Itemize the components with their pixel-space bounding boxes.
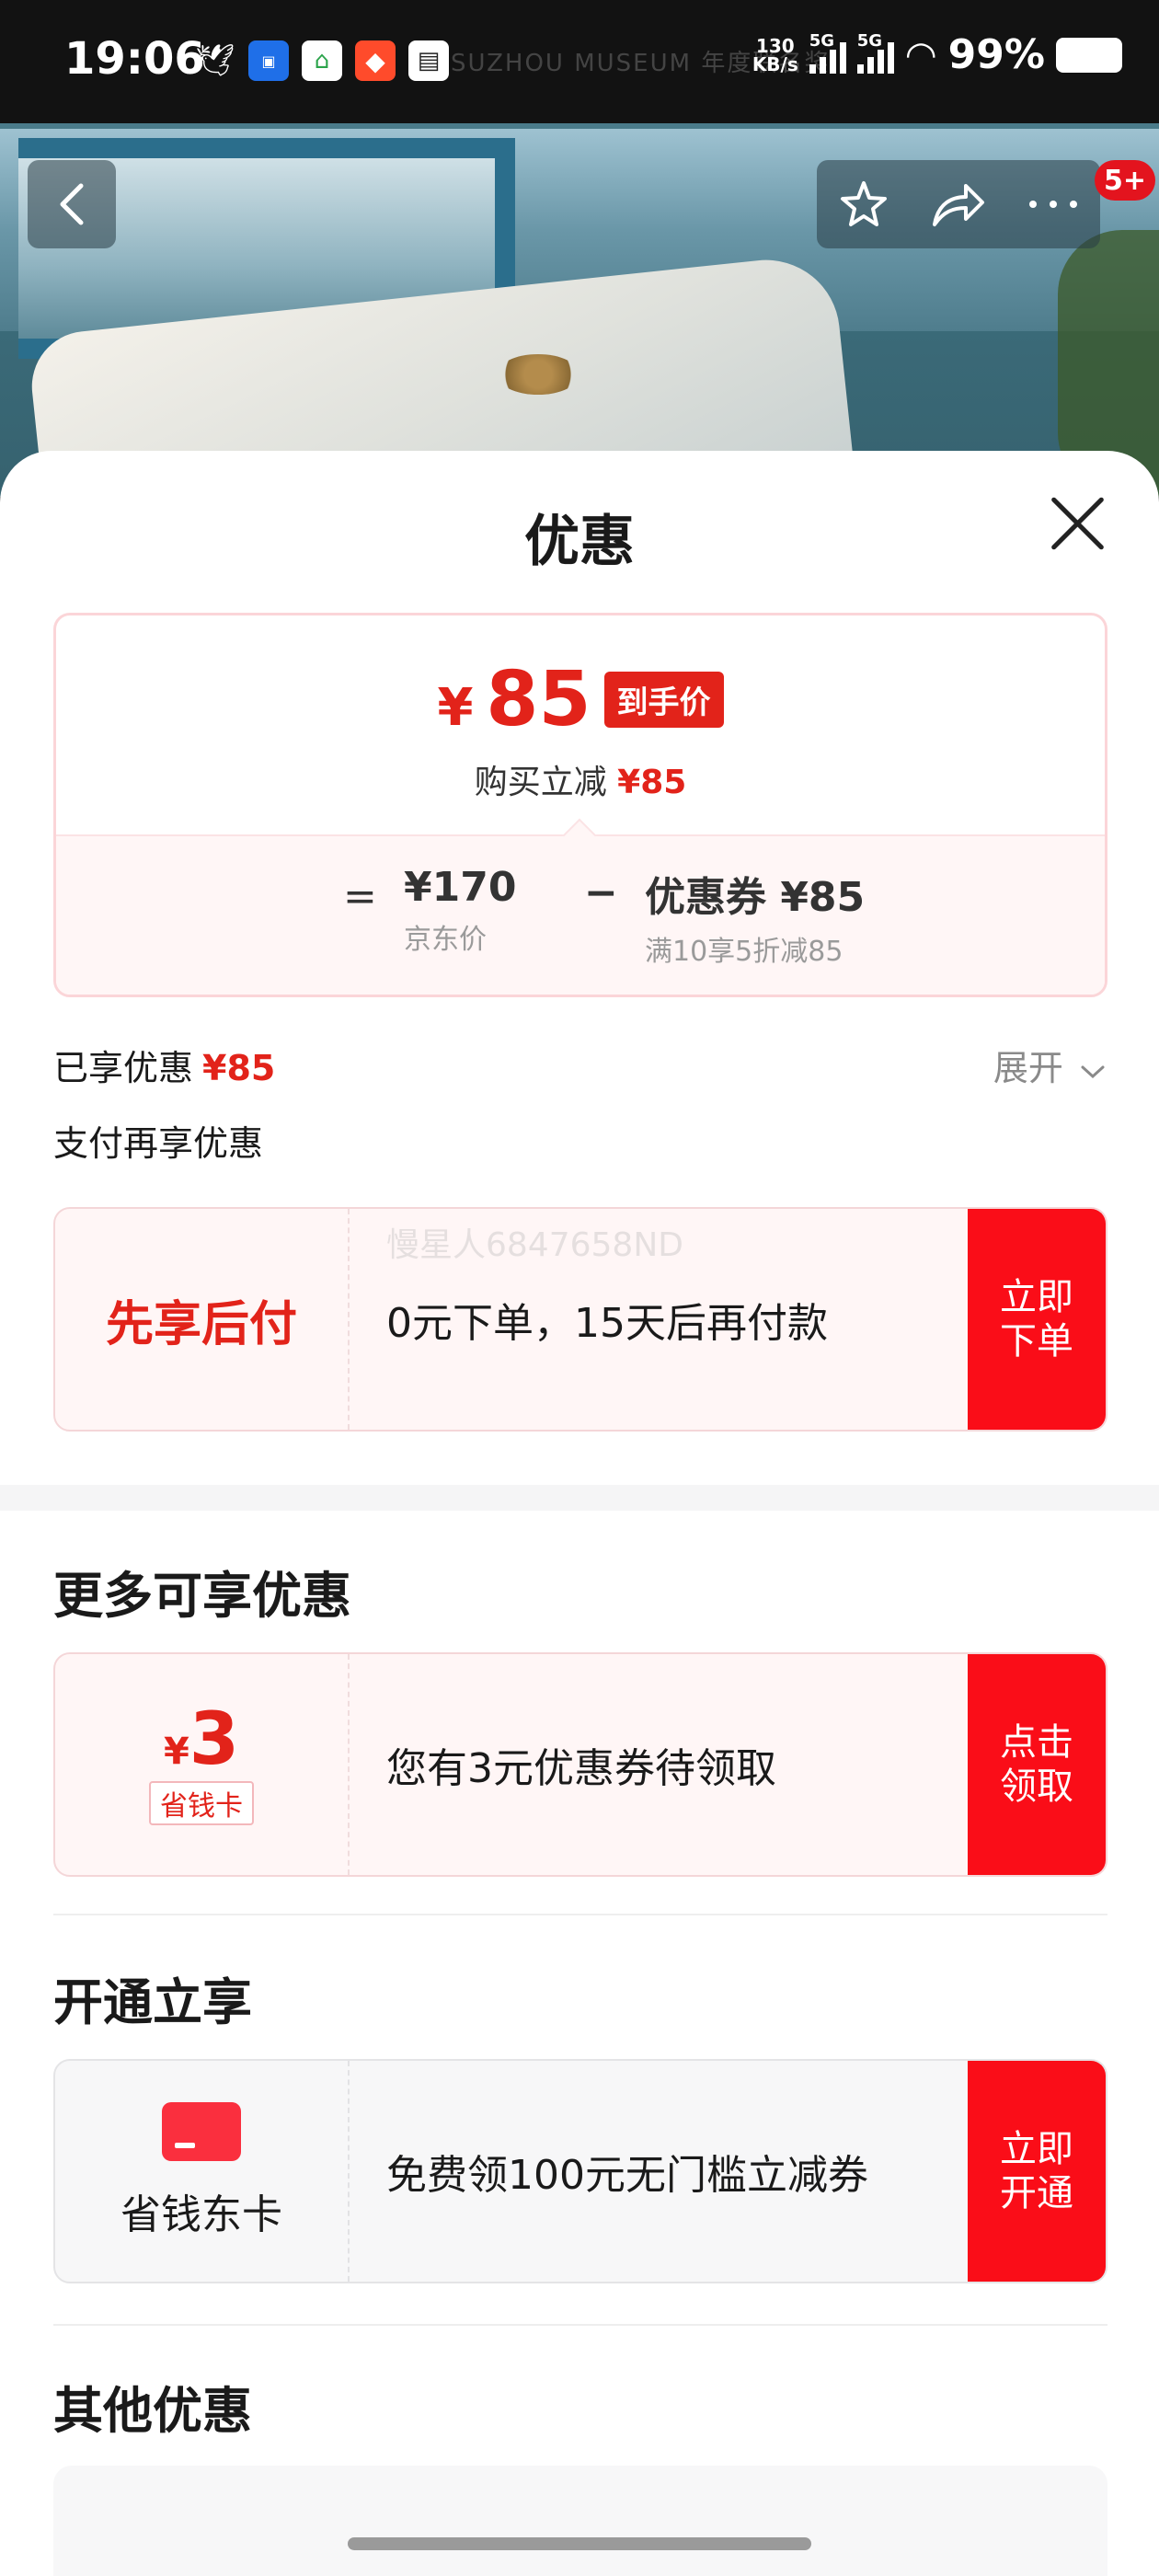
equals-sign: = — [343, 873, 377, 920]
pay-later-left: 先享后付 — [55, 1209, 350, 1430]
status-right-group: 130 KB/s 5G 5G ◠ 99% — [752, 31, 1122, 78]
pay-later-label: 先享后付 — [105, 1296, 297, 1352]
slow-app-icon: ◆ — [355, 40, 396, 81]
saver-coupon-value: 3 — [189, 1698, 240, 1781]
signal-icon-1: 5G — [809, 31, 846, 74]
coupon-value: 优惠券 ¥85 — [645, 874, 866, 921]
currency-symbol: ¥ — [437, 678, 474, 738]
bird-app-icon: 🕊 — [195, 42, 235, 79]
hero-flower — [497, 354, 580, 395]
close-icon[interactable] — [1045, 491, 1109, 556]
member-card-text: 免费领100元无门槛立减券 — [386, 2152, 868, 2199]
open-membership-title: 开通立享 — [53, 1973, 252, 2031]
more-icon[interactable] — [1027, 199, 1079, 210]
saver-coupon-left: ¥ 3 省钱卡 — [55, 1654, 350, 1875]
enjoyed-label: 已享优惠 — [53, 1048, 194, 1088]
expand-label: 展开 — [993, 1048, 1063, 1088]
open-now-button[interactable]: 立即开通 — [968, 2061, 1106, 2282]
member-card-left: 省钱东卡 — [55, 2061, 350, 2282]
other-discounts-panel — [53, 2466, 1107, 2576]
more-discounts-title: 更多可享优惠 — [53, 1567, 351, 1625]
back-button[interactable] — [28, 160, 116, 248]
message-badge: 5+ — [1095, 160, 1156, 201]
member-card: 省钱东卡 免费领100元无门槛立减券 立即开通 — [53, 2059, 1107, 2283]
gov-app-icon: ▣ — [248, 40, 289, 81]
home-indicator[interactable] — [348, 2537, 811, 2550]
notification-icons: 🕊 ▣ ⌂ ◆ ▤ — [195, 40, 449, 81]
divider-line — [53, 1914, 1107, 1915]
final-price: 85 — [486, 655, 591, 743]
net-speed-unit: KB/s — [752, 52, 798, 75]
status-time: 19:06 — [64, 33, 205, 85]
saver-coupon-currency: ¥ — [163, 1731, 189, 1773]
star-icon[interactable] — [838, 178, 889, 230]
section-divider — [0, 1485, 1159, 1511]
saver-card-tag: 省钱卡 — [149, 1781, 254, 1825]
enjoyed-discount: 已享优惠 ¥85 — [53, 1040, 275, 1090]
net-speed-value: 130 — [755, 34, 795, 57]
sheet-title: 优惠 — [524, 510, 635, 574]
jd-price-value: ¥170 — [404, 864, 517, 911]
discount-summary-label: 购买立减 — [474, 764, 607, 801]
jd-price-column: ¥170 京东价 — [404, 864, 516, 957]
signal-icon-2: 5G — [856, 31, 894, 74]
card-icon — [162, 2102, 241, 2161]
status-bar: 19:06 🕊 ▣ ⌂ ◆ ▤ SUZHOU MUSEUM 年度联名奖 130 … — [0, 0, 1159, 123]
saver-coupon-card: ¥ 3 省钱卡 您有3元优惠券待领取 点击领取 — [53, 1652, 1107, 1877]
box-app-icon: ▤ — [408, 40, 449, 81]
coupon-column: 优惠券 ¥85 满10享5折减85 — [645, 864, 865, 969]
battery-percent: 99% — [947, 31, 1045, 78]
pay-later-text: 0元下单，15天后再付款 — [386, 1300, 828, 1347]
divider-line — [53, 2324, 1107, 2326]
saver-coupon-amount: ¥ 3 — [164, 1704, 239, 1776]
net-speed: 130 KB/s — [752, 37, 798, 74]
saver-coupon-text: 您有3元优惠券待领取 — [386, 1745, 776, 1792]
coupon-rule: 满10享5折减85 — [645, 936, 843, 968]
member-card-label: 省钱东卡 — [120, 2191, 282, 2238]
house-app-icon: ⌂ — [302, 40, 342, 81]
discount-summary-value: ¥85 — [617, 764, 687, 801]
chevron-left-icon — [60, 183, 84, 225]
pay-section-title: 支付再享优惠 — [53, 1123, 264, 1164]
price-calculation: = ¥170 京东价 − 优惠券 ¥85 满10享5折减85 — [56, 834, 1105, 995]
signal-2-label: 5G — [856, 30, 883, 51]
final-price-row: ¥ 85 到手价 — [56, 661, 1105, 738]
expand-button[interactable]: 展开 — [993, 1040, 1106, 1090]
order-now-button[interactable]: 立即下单 — [968, 1209, 1106, 1430]
discount-sheet: 优惠 ¥ 85 到手价 购买立减 ¥85 = ¥170 京东价 − 优惠券 ¥8… — [0, 451, 1159, 2576]
pay-later-card: 先享后付 慢星人6847658ND 0元下单，15天后再付款 立即下单 — [53, 1207, 1107, 1432]
signal-1-label: 5G — [809, 30, 835, 51]
share-icon[interactable] — [931, 180, 986, 228]
battery-icon — [1056, 37, 1122, 73]
enjoyed-value: ¥85 — [202, 1048, 276, 1088]
minus-sign: − — [584, 869, 618, 916]
top-actions-bar — [817, 160, 1100, 248]
chevron-down-icon — [1081, 1065, 1105, 1079]
final-price-area: ¥ 85 到手价 购买立减 ¥85 — [56, 615, 1105, 834]
other-discounts-title: 其他优惠 — [53, 2382, 252, 2440]
price-breakdown-card: ¥ 85 到手价 购买立减 ¥85 = ¥170 京东价 − 优惠券 ¥85 满… — [53, 613, 1107, 997]
discount-summary: 购买立减 ¥85 — [56, 755, 1105, 803]
final-price-tag: 到手价 — [603, 672, 724, 728]
jd-price-label: 京东价 — [404, 924, 487, 956]
wifi-icon: ◠ — [904, 33, 937, 76]
claim-coupon-button[interactable]: 点击领取 — [968, 1654, 1106, 1875]
